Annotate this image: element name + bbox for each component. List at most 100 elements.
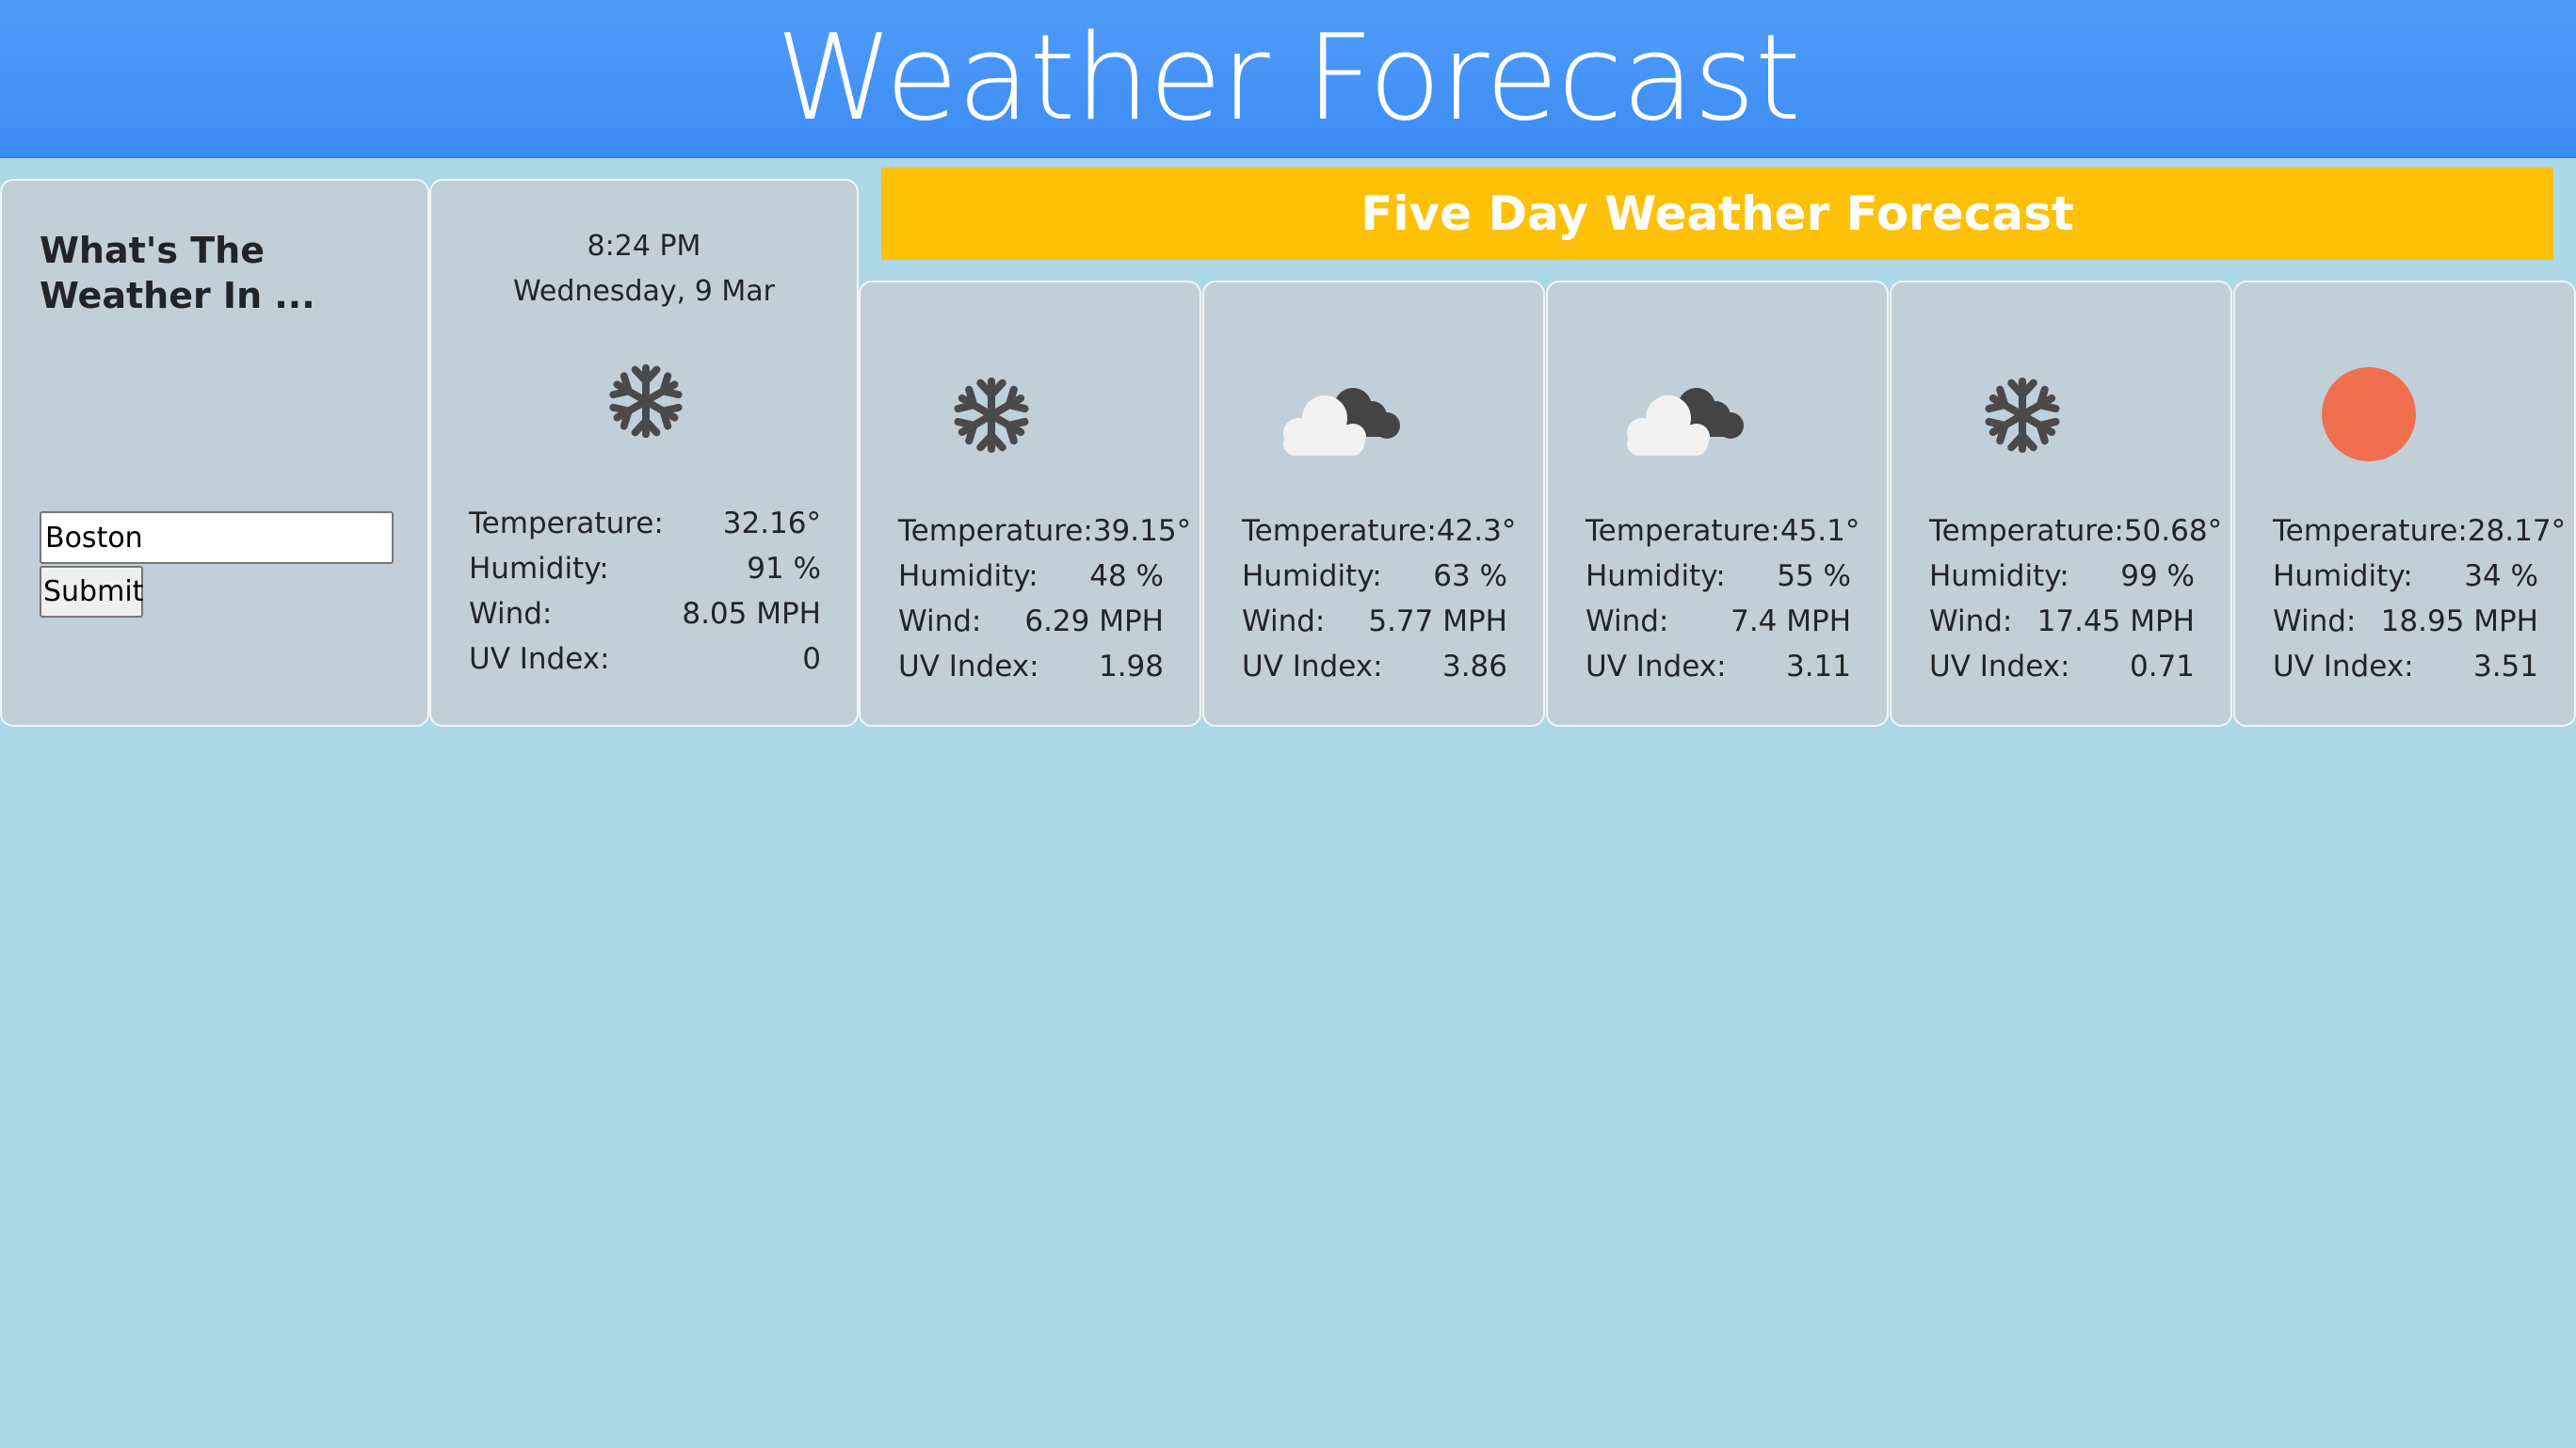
humidity-value: 48 % (1089, 559, 1164, 593)
uv-index-label: UV Index: (469, 642, 610, 676)
temperature-row: Temperature: 50.68° (1929, 508, 2222, 554)
temperature-value: 39.15° (1092, 514, 1192, 548)
current-stats: Temperature: 32.16° Humidity: 91 % Wind:… (469, 501, 821, 682)
wind-label: Wind: (2273, 604, 2357, 638)
forecast-stats: Temperature: 28.17° Humidity: 34 % Wind: 18… (2273, 508, 2566, 689)
uv-index-row: UV Index: 3.51 (2273, 644, 2538, 689)
wind-value: 6.29 MPH (1024, 604, 1164, 638)
humidity-label: Humidity: (898, 559, 1038, 593)
page-title: Weather Forecast (776, 8, 1801, 147)
wind-row: Wind: 7.4 MPH (1586, 599, 1851, 644)
humidity-value: 55 % (1777, 559, 1851, 593)
humidity-row: Humidity: 99 % (1929, 554, 2195, 599)
wind-label: Wind: (469, 597, 553, 631)
temperature-value: 32.16° (722, 507, 821, 540)
uv-index-label: UV Index: (2273, 650, 2414, 684)
uv-index-value: 3.11 (1785, 650, 1851, 684)
temperature-value: 45.1° (1779, 514, 1860, 548)
humidity-label: Humidity: (2273, 559, 2413, 593)
snowflake-icon (604, 360, 687, 442)
forecast-banner: Five Day Weather Forecast (881, 168, 2553, 260)
humidity-row: Humidity: 48 % (898, 554, 1164, 599)
wind-value: 17.45 MPH (2037, 604, 2195, 638)
forecast-stats: Temperature: 39.15° Humidity: 48 % Wind: 6.… (898, 508, 1191, 689)
wind-row: Wind: 18.95 MPH (2273, 599, 2538, 644)
uv-index-value: 0.71 (2129, 650, 2195, 684)
uv-index-label: UV Index: (1929, 650, 2070, 684)
temperature-row: Temperature: 28.17° (2273, 508, 2566, 554)
uv-index-value: 3.86 (1441, 650, 1507, 684)
temperature-value: 42.3° (1436, 514, 1517, 548)
temperature-row: Temperature: 32.16° (469, 501, 821, 546)
search-card: What's The Weather In ... Submit (0, 179, 429, 727)
wind-value: 7.4 MPH (1731, 604, 1851, 638)
forecast-stats: Temperature: 45.1° Humidity: 55 % Wind: 7.4… (1586, 508, 1860, 689)
temperature-label: Temperature: (898, 514, 1093, 548)
uv-index-label: UV Index: (1242, 650, 1383, 684)
wind-label: Wind: (1242, 604, 1326, 638)
uv-index-value: 1.98 (1098, 650, 1164, 684)
forecast-day-card: Temperature: 42.3° Humidity: 63 % Wind: 5.7… (1202, 281, 1545, 727)
temperature-label: Temperature: (1586, 514, 1780, 548)
snowflake-icon (949, 373, 1090, 458)
current-weather-card: 8:24 PM Wednesday, 9 Mar Temperature: 32… (429, 179, 859, 727)
header: Weather Forecast (0, 0, 2576, 158)
humidity-row: Humidity: 63 % (1242, 554, 1507, 599)
temperature-row: Temperature: 39.15° (898, 508, 1191, 554)
wind-row: Wind: 17.45 MPH (1929, 599, 2195, 644)
forecast-day-card: Temperature: 28.17° Humidity: 34 % Wind: 18… (2233, 281, 2576, 727)
humidity-label: Humidity: (1242, 559, 1382, 593)
humidity-value: 99 % (2120, 559, 2195, 593)
wind-label: Wind: (898, 604, 982, 638)
sun-icon (2320, 365, 2418, 463)
temperature-label: Temperature: (2273, 514, 2468, 548)
wind-label: Wind: (1586, 604, 1669, 638)
temperature-value: 28.17° (2467, 514, 2567, 548)
temperature-label: Temperature: (469, 507, 664, 540)
forecast-day-card: Temperature: 39.15° Humidity: 48 % Wind: 6.… (859, 281, 1201, 727)
forecast-day-card: Temperature: 50.68° Humidity: 99 % Wind: 17… (1890, 281, 2232, 727)
humidity-label: Humidity: (469, 552, 609, 586)
forecast-stats: Temperature: 50.68° Humidity: 99 % Wind: 17… (1929, 508, 2222, 689)
humidity-value: 91 % (747, 552, 821, 586)
humidity-value: 63 % (1433, 559, 1507, 593)
uv-index-row: UV Index: 0 (469, 636, 821, 682)
wind-value: 18.95 MPH (2380, 604, 2538, 638)
current-time: 8:24 PM (587, 230, 701, 263)
forecast-day-card: Temperature: 45.1° Humidity: 55 % Wind: 7.4… (1546, 281, 1889, 727)
submit-button[interactable]: Submit (40, 566, 143, 618)
uv-index-row: UV Index: 1.98 (898, 644, 1164, 689)
temperature-value: 50.68° (2123, 514, 2223, 548)
uv-index-value: 0 (802, 642, 821, 676)
uv-index-row: UV Index: 3.86 (1242, 644, 1507, 689)
search-heading: What's The Weather In ... (40, 230, 315, 316)
humidity-value: 34 % (2464, 559, 2538, 593)
uv-index-value: 3.51 (2472, 650, 2538, 684)
temperature-row: Temperature: 45.1° (1586, 508, 1860, 554)
humidity-label: Humidity: (1929, 559, 2069, 593)
wind-label: Wind: (1929, 604, 2013, 638)
temperature-label: Temperature: (1929, 514, 2124, 548)
uv-index-row: UV Index: 3.11 (1586, 644, 1851, 689)
temperature-label: Temperature: (1242, 514, 1437, 548)
humidity-row: Humidity: 34 % (2273, 554, 2538, 599)
temperature-row: Temperature: 42.3° (1242, 508, 1516, 554)
uv-index-label: UV Index: (898, 650, 1039, 684)
weather-app: Weather Forecast What's The Weather In .… (0, 0, 2576, 1448)
wind-row: Wind: 8.05 MPH (469, 591, 821, 636)
humidity-row: Humidity: 91 % (469, 546, 821, 591)
humidity-row: Humidity: 55 % (1586, 554, 1851, 599)
snowflake-icon (1980, 373, 2121, 458)
cloudy-icon (1270, 373, 1411, 458)
wind-value: 5.77 MPH (1368, 604, 1507, 638)
city-search-input[interactable] (40, 511, 394, 564)
current-date: Wednesday, 9 Mar (513, 275, 775, 308)
humidity-label: Humidity: (1586, 559, 1726, 593)
uv-index-label: UV Index: (1586, 650, 1727, 684)
wind-row: Wind: 5.77 MPH (1242, 599, 1507, 644)
wind-row: Wind: 6.29 MPH (898, 599, 1164, 644)
cloudy-icon (1614, 373, 1755, 458)
forecast-stats: Temperature: 42.3° Humidity: 63 % Wind: 5.7… (1242, 508, 1516, 689)
uv-index-row: UV Index: 0.71 (1929, 644, 2195, 689)
wind-value: 8.05 MPH (682, 597, 821, 631)
